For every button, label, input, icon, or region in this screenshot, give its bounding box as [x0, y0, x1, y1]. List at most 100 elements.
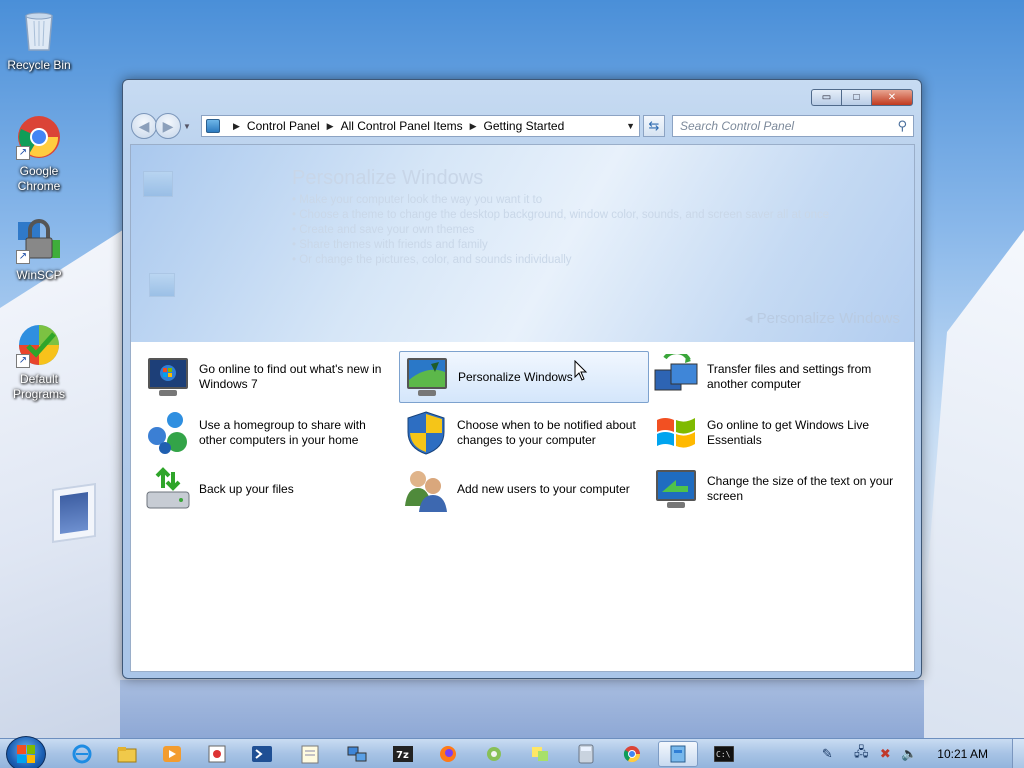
banner-monitor-icon	[149, 273, 175, 297]
breadcrumb-chevron-icon[interactable]: ▶	[233, 121, 240, 132]
svg-text:7z: 7z	[396, 750, 409, 761]
volume-icon[interactable]: 🔈	[897, 744, 921, 764]
control-panel-icon[interactable]	[658, 741, 698, 767]
task-label: Go online to find out what's new in Wind…	[199, 362, 382, 391]
close-button[interactable]: ✕	[871, 89, 913, 106]
task-label: Add new users to your computer	[457, 481, 630, 496]
content-pane: Personalize Windows Make your computer l…	[130, 144, 915, 672]
wallpaper-wall-right	[914, 230, 1024, 740]
banner-bullet: Make your computer look the way you want…	[292, 193, 829, 208]
breadcrumb-chevron-icon[interactable]: ▶	[327, 121, 334, 132]
personalize-banner: Personalize Windows Make your computer l…	[131, 145, 914, 342]
sticky-notes-icon[interactable]	[520, 741, 560, 767]
back-arrow-icon: ◀	[138, 117, 150, 134]
display-text-icon	[653, 466, 699, 512]
task-windows-live[interactable]: Go online to get Windows Live Essentials	[653, 407, 903, 459]
wallpaper-window	[52, 482, 96, 544]
banner-bullet: Or change the pictures, color, and sound…	[292, 253, 829, 268]
shortcut-arrow-icon: ↗	[16, 146, 30, 160]
desktop-icon-google-chrome[interactable]: ↗ Google Chrome	[1, 114, 77, 194]
back-button[interactable]: ◀	[131, 113, 157, 139]
homegroup-icon	[145, 410, 191, 456]
desktop-icon-recycle-bin[interactable]: Recycle Bin	[1, 8, 77, 73]
minimize-button[interactable]: ▭	[811, 89, 841, 106]
forward-button[interactable]: ▶	[155, 113, 181, 139]
app-icon[interactable]	[474, 741, 514, 767]
breadcrumb-getting-started[interactable]: Getting Started	[484, 119, 565, 133]
navigation-bar: ◀ ▶ ▼ ▶ Control Panel ▶ All Control Pane…	[131, 113, 914, 139]
action-center-icon[interactable]: ✎	[815, 744, 839, 764]
task-label: Go online to get Windows Live Essentials	[707, 418, 870, 447]
shortcut-arrow-icon: ↗	[16, 250, 30, 264]
desktop-icon-winscp[interactable]: ↗ WinSCP	[1, 218, 77, 283]
7zip-icon[interactable]: 7z	[383, 741, 423, 767]
default-programs-icon: ↗	[16, 322, 62, 368]
users-icon	[403, 466, 449, 512]
media-player-icon[interactable]	[152, 741, 192, 767]
network-tray-icon[interactable]: 🖧	[849, 744, 873, 764]
task-transfer-files[interactable]: Transfer files and settings from another…	[653, 350, 903, 403]
control-panel-window: ▭ □ ✕ ◀ ▶ ▼ ▶ Control Panel ▶ All Contro…	[122, 79, 922, 679]
network-icon[interactable]	[337, 741, 377, 767]
window-controls: ▭ □ ✕	[811, 89, 913, 106]
shortcut-arrow-icon: ↗	[16, 354, 30, 368]
desktop-icon-default-programs[interactable]: ↗ Default Programs	[1, 322, 77, 402]
task-label: Choose when to be notified about changes…	[457, 418, 636, 447]
chrome-icon[interactable]	[612, 741, 652, 767]
desktop-icon-label: Recycle Bin	[7, 58, 71, 72]
search-input[interactable]	[680, 119, 880, 133]
ie-icon[interactable]	[62, 741, 102, 767]
notepad-icon[interactable]	[290, 741, 330, 767]
breadcrumb-all-items[interactable]: All Control Panel Items	[341, 119, 463, 133]
start-button[interactable]	[6, 736, 46, 768]
cmd-icon[interactable]: C:\	[704, 741, 744, 767]
paint-icon[interactable]	[197, 741, 237, 767]
wallpaper-floor	[120, 680, 924, 738]
recent-pages-dropdown[interactable]: ▼	[183, 122, 193, 131]
maximize-button[interactable]: □	[841, 89, 871, 106]
task-label: Change the size of the text on your scre…	[707, 474, 894, 503]
clock[interactable]: 10:21 AM	[937, 747, 988, 761]
calculator-icon[interactable]	[566, 741, 606, 767]
network-error-icon[interactable]: ✖	[873, 744, 897, 764]
task-notifications[interactable]: Choose when to be notified about changes…	[399, 407, 649, 459]
search-icon[interactable]: ⚲	[897, 118, 907, 134]
explorer-icon[interactable]	[107, 741, 147, 767]
uac-shield-icon	[403, 410, 449, 456]
refresh-button[interactable]: ⇆	[643, 115, 665, 137]
forward-arrow-icon: ▶	[162, 117, 174, 134]
winscp-icon: ↗	[16, 218, 62, 264]
breadcrumb-control-panel[interactable]: Control Panel	[247, 119, 320, 133]
powershell-icon[interactable]	[242, 741, 282, 767]
banner-bullet-list: Make your computer look the way you want…	[292, 193, 829, 268]
address-bar[interactable]: ▶ Control Panel ▶ All Control Panel Item…	[201, 115, 640, 137]
breadcrumb-chevron-icon[interactable]: ▶	[470, 121, 477, 132]
control-panel-icon	[206, 119, 220, 133]
task-whats-new[interactable]: Go online to find out what's new in Wind…	[145, 351, 395, 403]
svg-text:C:\: C:\	[716, 750, 731, 759]
search-box[interactable]: ⚲	[672, 115, 914, 137]
windows-logo-icon	[17, 745, 35, 763]
banner-bullet: Choose a theme to change the desktop bac…	[292, 208, 829, 223]
mouse-cursor-icon	[574, 359, 588, 385]
task-label: Use a homegroup to share with other comp…	[199, 418, 366, 447]
monitor-windows-icon	[145, 354, 191, 400]
banner-personalize-link[interactable]: ◂ Personalize Windows	[745, 309, 900, 327]
banner-title: Personalize Windows	[292, 167, 484, 189]
transfer-icon	[653, 350, 699, 400]
task-label: Transfer files and settings from another…	[707, 362, 872, 391]
desktop-icon-label: WinSCP	[16, 268, 62, 282]
task-add-users[interactable]: Add new users to your computer	[399, 463, 649, 515]
task-personalize[interactable]: Personalize Windows	[399, 351, 649, 403]
banner-bullet: Create and save your own themes	[292, 223, 829, 238]
address-dropdown-icon[interactable]: ▼	[626, 121, 635, 131]
show-desktop-button[interactable]	[1012, 739, 1024, 768]
firefox-icon[interactable]	[428, 741, 468, 767]
backup-icon	[145, 466, 191, 512]
task-homegroup[interactable]: Use a homegroup to share with other comp…	[145, 407, 395, 459]
task-backup[interactable]: Back up your files	[145, 463, 395, 515]
task-text-size[interactable]: Change the size of the text on your scre…	[653, 463, 903, 515]
task-label: Back up your files	[199, 481, 294, 496]
banner-bullet: Share themes with friends and family	[292, 238, 829, 253]
personalize-icon	[404, 354, 450, 400]
